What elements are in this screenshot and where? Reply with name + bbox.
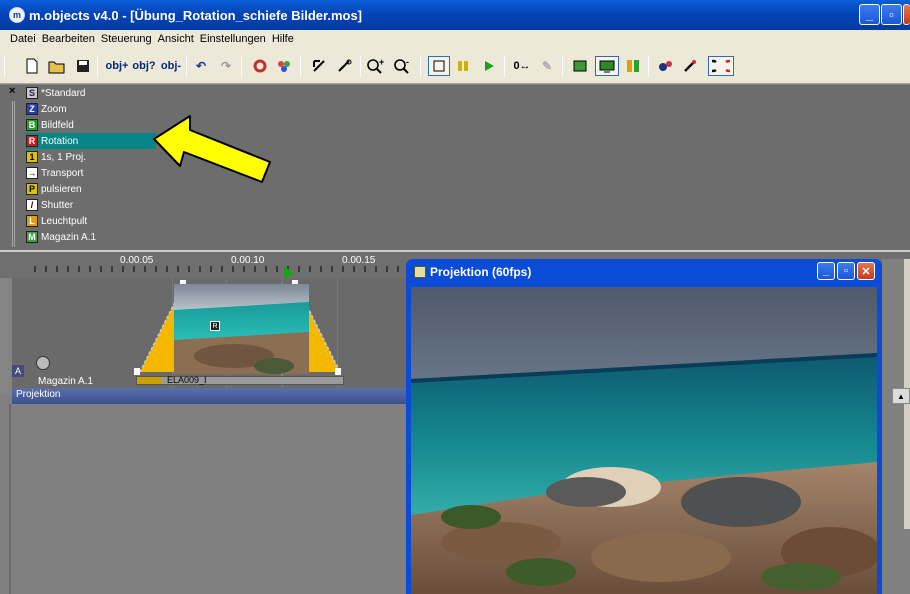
footer-label: Projektion bbox=[16, 389, 61, 400]
pointer-arrow-icon[interactable] bbox=[312, 56, 328, 76]
window-title: m.objects v4.0 - [Übung_Rotation_schiefe… bbox=[29, 7, 363, 23]
svg-text:+: + bbox=[379, 58, 384, 67]
tree-item-label: Leuchtpult bbox=[41, 215, 88, 227]
tree-item-shutter[interactable]: / Shutter bbox=[26, 197, 73, 213]
counter-button[interactable]: 0↔ bbox=[511, 56, 533, 76]
stop-icon[interactable] bbox=[428, 56, 450, 76]
redo-icon[interactable]: ↷ bbox=[219, 56, 233, 76]
tree-item-zoom[interactable]: Z Zoom bbox=[26, 101, 67, 117]
projection-window[interactable]: Projektion (60fps) _ ▫ ✕ bbox=[406, 259, 882, 594]
projection-maximize-button[interactable]: ▫ bbox=[837, 262, 855, 280]
fade-icon: 1 bbox=[26, 151, 38, 163]
restore-button[interactable]: ▫ bbox=[881, 4, 902, 25]
tree-item-label: Magazin A.1 bbox=[41, 231, 97, 243]
image-icon[interactable] bbox=[571, 56, 589, 76]
new-file-icon[interactable] bbox=[24, 56, 40, 76]
magazine-icon: M bbox=[26, 231, 38, 243]
tree-item-label: Bildfeld bbox=[41, 119, 74, 131]
wizard-icon[interactable] bbox=[656, 56, 674, 76]
annotation-arrow-icon bbox=[153, 115, 271, 183]
tree-rail bbox=[12, 101, 15, 247]
tree-item-1s-1-proj[interactable]: 1 1s, 1 Proj. bbox=[26, 149, 86, 165]
menu-bearbeiten[interactable]: Bearbeiten bbox=[42, 33, 95, 45]
clip-label: ELA009_I bbox=[167, 375, 207, 385]
wrench-icon[interactable] bbox=[682, 56, 698, 76]
object-new-button[interactable]: obj+ bbox=[106, 56, 129, 76]
transport-arrow-icon: → bbox=[26, 167, 38, 179]
scroll-up-button[interactable]: ▲ bbox=[892, 388, 910, 404]
projector-icon[interactable] bbox=[595, 56, 619, 76]
refresh-icon[interactable] bbox=[252, 56, 268, 76]
play-icon[interactable] bbox=[481, 56, 497, 76]
shutter-icon: / bbox=[26, 199, 38, 211]
loop-magnet-icon[interactable] bbox=[708, 56, 734, 76]
tree-item-leuchtpult[interactable]: L Leuchtpult bbox=[26, 213, 87, 229]
tree-item-standard[interactable]: S *Standard bbox=[26, 85, 85, 101]
tree-item-label: Transport bbox=[41, 167, 84, 179]
image-field-icon: B bbox=[26, 119, 38, 131]
projection-title: Projektion (60fps) bbox=[430, 265, 532, 279]
clip-bar[interactable]: ELA009_I bbox=[136, 375, 344, 385]
zoom-in-icon[interactable]: + bbox=[366, 56, 386, 76]
color-palette-icon[interactable] bbox=[275, 56, 293, 76]
tree-item-magazin[interactable]: M Magazin A.1 bbox=[26, 229, 96, 245]
light-table-item-icon: L bbox=[26, 215, 38, 227]
menu-steuerung[interactable]: Steuerung bbox=[101, 33, 152, 45]
zoom-out-icon[interactable]: - bbox=[393, 56, 413, 76]
minimize-button[interactable]: _ bbox=[859, 4, 880, 25]
object-properties-button[interactable]: obj? bbox=[132, 56, 156, 76]
pen-tool-icon[interactable] bbox=[337, 56, 353, 76]
projection-window-icon bbox=[414, 266, 426, 278]
menu-hilfe[interactable]: Hilfe bbox=[272, 33, 294, 45]
tree-item-label: *Standard bbox=[41, 87, 86, 99]
tree-item-pulsieren[interactable]: P pulsieren bbox=[26, 181, 82, 197]
open-folder-icon[interactable] bbox=[48, 56, 66, 76]
save-disk-icon[interactable] bbox=[75, 56, 91, 76]
light-table-icon[interactable] bbox=[625, 56, 641, 76]
menu-bar: Datei Bearbeiten Steuerung Ansicht Einst… bbox=[0, 30, 910, 48]
tree-item-rotation[interactable]: R Rotation bbox=[26, 133, 156, 149]
zoom-object-icon: Z bbox=[26, 103, 38, 115]
pause-icon[interactable] bbox=[455, 56, 471, 76]
tree-item-label: 1s, 1 Proj. bbox=[41, 151, 87, 163]
tree-item-label: Rotation bbox=[41, 135, 79, 147]
playhead-marker-icon bbox=[284, 266, 294, 278]
projection-image bbox=[411, 287, 877, 594]
svg-text:-: - bbox=[406, 58, 409, 67]
standard-icon: S bbox=[26, 87, 38, 99]
menu-datei[interactable]: Datei bbox=[10, 33, 36, 45]
clip-thumbnail[interactable] bbox=[174, 284, 309, 374]
close-button[interactable] bbox=[903, 4, 910, 25]
object-delete-button[interactable]: obj- bbox=[160, 56, 182, 76]
object-tree-panel bbox=[0, 85, 910, 250]
toolbar: obj+ obj? obj- ↶ ↷ + - 0↔ ✎ bbox=[0, 48, 910, 84]
projection-title-bar[interactable]: Projektion (60fps) _ ▫ ✕ bbox=[406, 259, 882, 285]
ruler-label: 0.00.15 bbox=[342, 255, 376, 266]
left-rail bbox=[9, 404, 11, 594]
projection-close-button[interactable]: ✕ bbox=[857, 262, 875, 280]
track-name: Magazin A.1 bbox=[38, 376, 94, 387]
pulse-icon: P bbox=[26, 183, 38, 195]
projection-minimize-button[interactable]: _ bbox=[817, 262, 835, 280]
app-logo-icon: m bbox=[9, 7, 25, 23]
track-letter: A bbox=[12, 365, 24, 377]
ruler-label: 0.00.05 bbox=[120, 255, 154, 266]
tree-item-bildfeld[interactable]: B Bildfeld bbox=[26, 117, 74, 133]
app-title-bar: m m.objects v4.0 - [Übung_Rotation_schie… bbox=[0, 0, 910, 30]
tree-close-button[interactable]: × bbox=[9, 85, 15, 97]
rotation-icon: R bbox=[26, 135, 38, 147]
ruler-label: 0.00.10 bbox=[231, 255, 265, 266]
tree-item-label: Zoom bbox=[41, 103, 67, 115]
comment-icon[interactable]: ✎ bbox=[538, 56, 556, 76]
tree-item-label: pulsieren bbox=[41, 183, 82, 195]
tree-item-transport[interactable]: → Transport bbox=[26, 165, 83, 181]
clip-marker-icon[interactable]: R bbox=[210, 321, 220, 331]
menu-ansicht[interactable]: Ansicht bbox=[158, 33, 194, 45]
undo-icon[interactable]: ↶ bbox=[194, 56, 208, 76]
track-gutter bbox=[0, 278, 12, 394]
menu-einstellungen[interactable]: Einstellungen bbox=[200, 33, 266, 45]
tree-item-label: Shutter bbox=[41, 199, 74, 211]
track-settings-icon[interactable] bbox=[36, 356, 50, 370]
